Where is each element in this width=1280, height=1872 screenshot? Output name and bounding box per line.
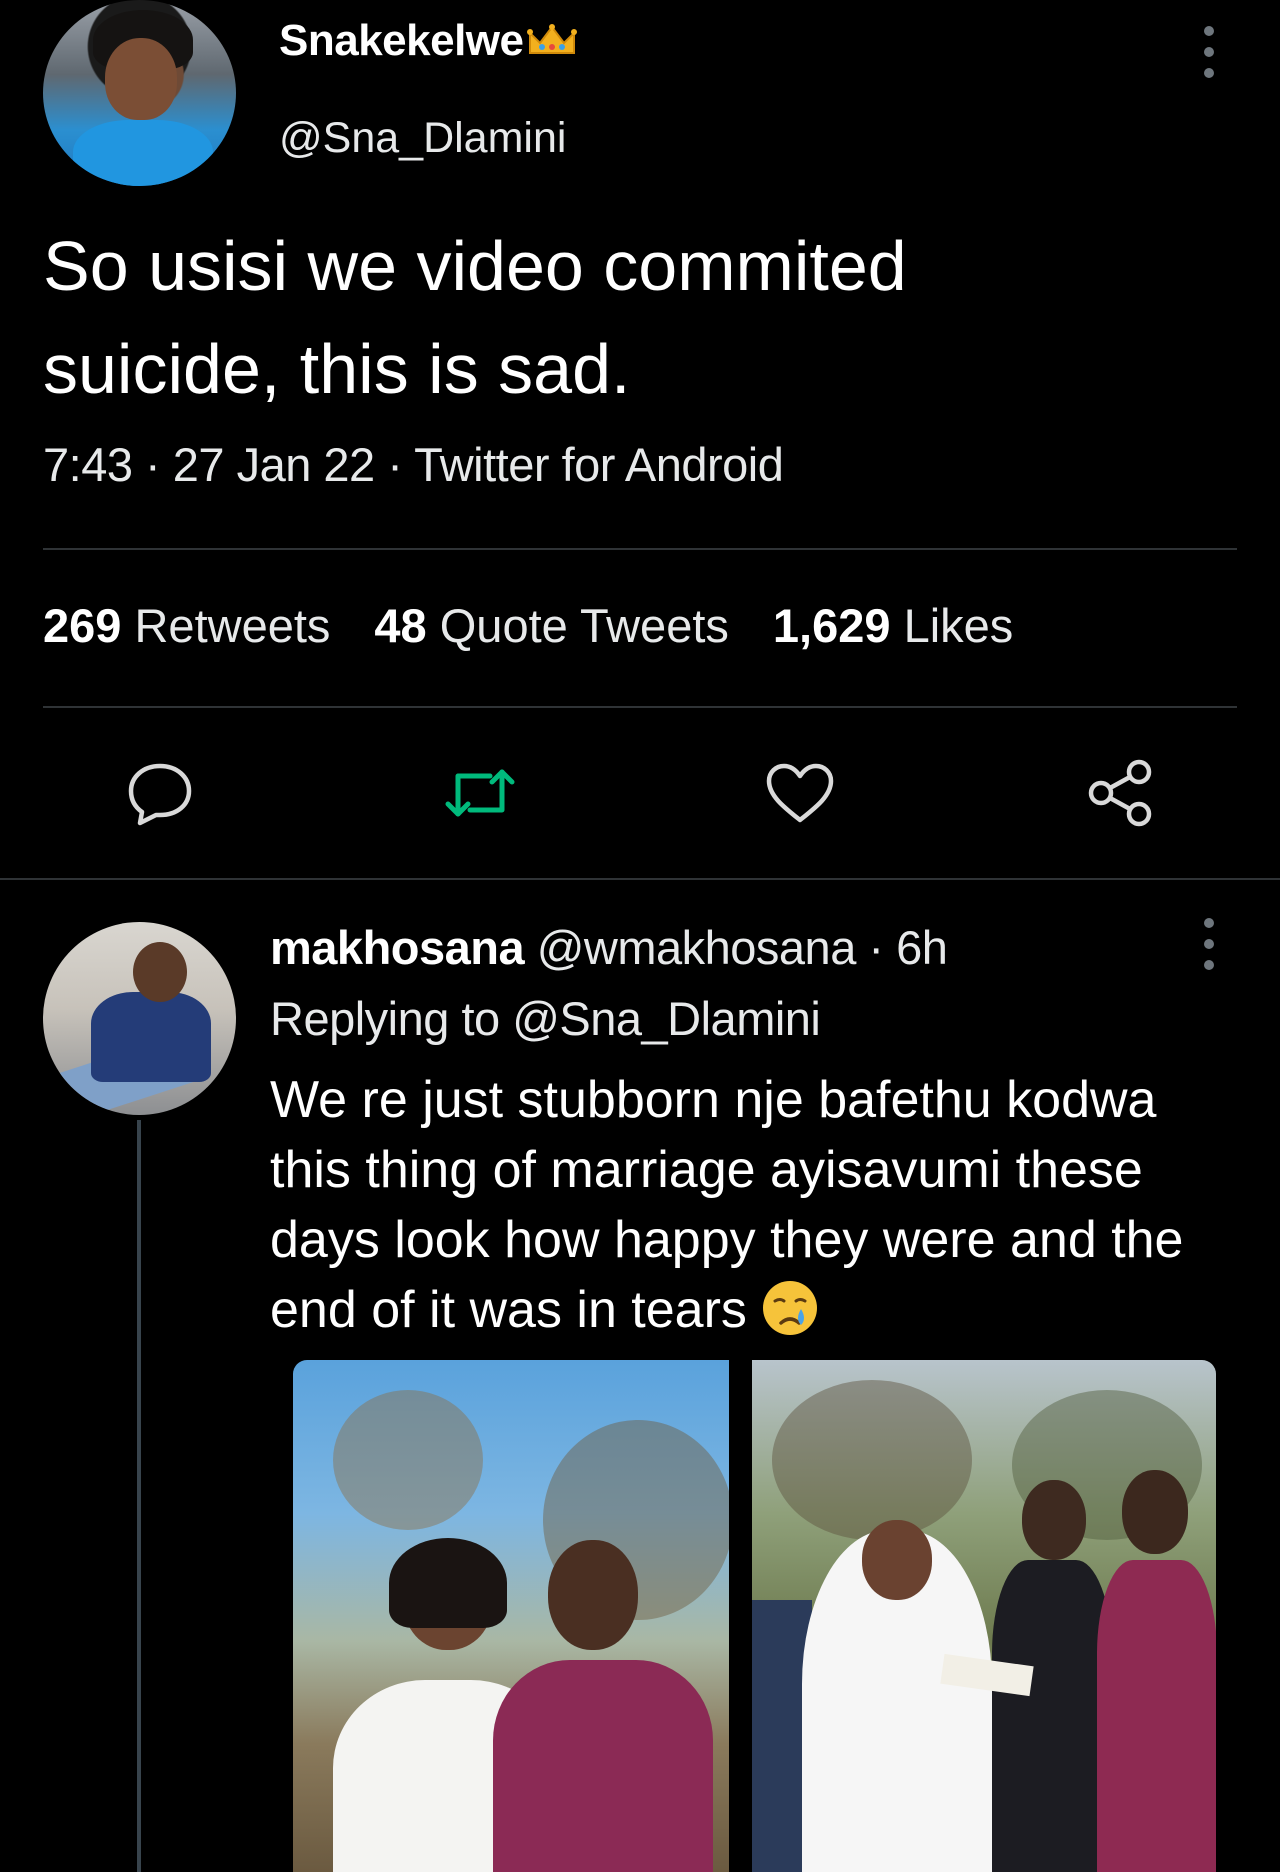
replying-to[interactable]: Replying to @Sna_Dlamini	[270, 991, 821, 1046]
retweet-icon	[445, 769, 515, 817]
tweet-photo-1[interactable]	[293, 1360, 729, 1872]
reply-header: makhosana @wmakhosana · 6h	[270, 920, 948, 975]
reply-more-options-icon[interactable]	[1199, 918, 1219, 970]
more-options-icon[interactable]	[1199, 26, 1219, 78]
divider	[43, 706, 1237, 708]
likes-stat[interactable]: 1,629 Likes	[773, 599, 1013, 652]
tweet-timestamp-source[interactable]: 7:43 · 27 Jan 22 · Twitter for Android	[43, 437, 784, 492]
reply-icon	[128, 763, 192, 826]
like-button[interactable]	[760, 753, 840, 833]
reply-text-content: We re just stubborn nje bafethu kodwa th…	[270, 1071, 1184, 1339]
tweet-text: So usisi we video commited suicide, this…	[43, 215, 1223, 421]
retweets-stat[interactable]: 269 Retweets	[43, 599, 330, 652]
share-button[interactable]	[1080, 753, 1160, 833]
divider	[0, 878, 1280, 880]
crying-face-icon	[763, 1281, 818, 1335]
heart-icon	[766, 763, 834, 823]
reply-button[interactable]	[120, 753, 200, 833]
author-handle[interactable]: @Sna_Dlamini	[279, 114, 566, 163]
reply-text: We re just stubborn nje bafethu kodwa th…	[270, 1065, 1230, 1345]
author-avatar[interactable]	[43, 0, 236, 186]
divider	[43, 548, 1237, 550]
author-name-text[interactable]: Snakekelwe	[279, 16, 524, 65]
tweet-photo-2[interactable]	[752, 1360, 1216, 1872]
tweet-text-line-1: So usisi we video commited	[43, 227, 907, 305]
author-display-name[interactable]: Snakekelwe	[279, 16, 578, 66]
tweet-stats: 269 Retweets 48 Quote Tweets 1,629 Likes	[43, 598, 1013, 653]
reply-author-avatar[interactable]	[43, 922, 236, 1115]
quote-tweets-stat[interactable]: 48 Quote Tweets	[374, 599, 728, 652]
reply-handle-time[interactable]: @wmakhosana · 6h	[537, 921, 948, 974]
retweet-button[interactable]	[440, 753, 520, 833]
thread-line	[137, 1120, 141, 1872]
reply-author-name[interactable]: makhosana	[270, 921, 525, 974]
share-icon	[1088, 759, 1152, 827]
tweet-text-line-2: suicide, this is sad.	[43, 330, 631, 408]
crown-icon	[526, 24, 577, 54]
